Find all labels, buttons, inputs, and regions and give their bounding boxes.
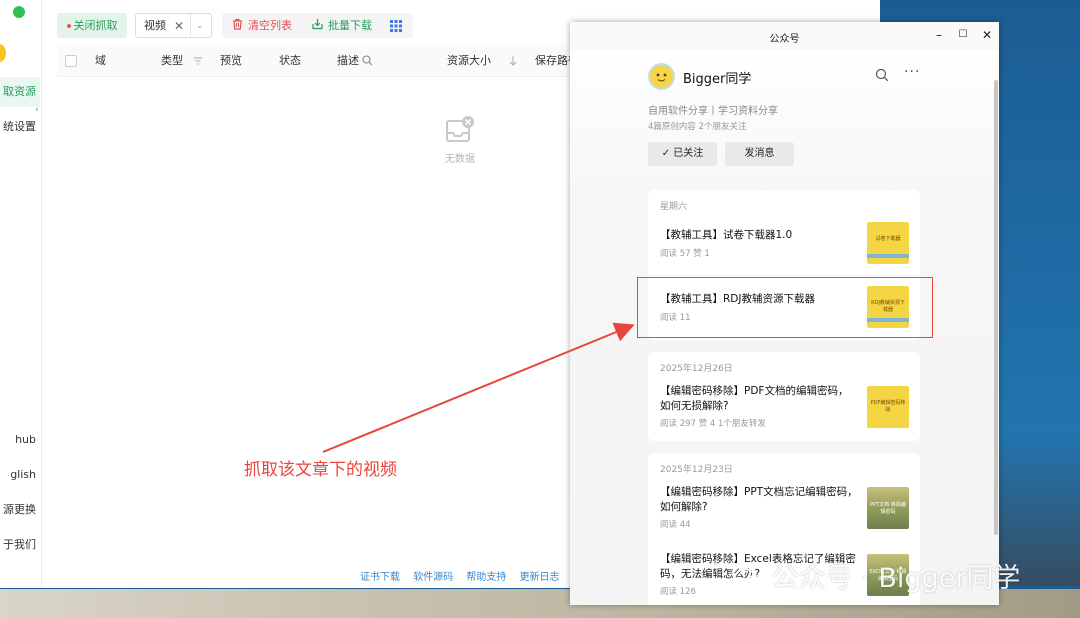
maximize-icon[interactable]: ☐ xyxy=(956,28,970,42)
thumbnail-caption: PPT文档 移除编辑密码 xyxy=(870,502,906,515)
trash-icon xyxy=(233,18,242,30)
article-meta: 阅读 297 赞 4 1个朋友转发 xyxy=(660,419,766,429)
sidebar-item-label: 源更换 xyxy=(3,503,36,516)
cert-download-link[interactable]: 证书下载 xyxy=(360,572,400,583)
thumbnail-caption: 试卷下载器 xyxy=(875,236,901,242)
sidebar-item-label: 取资源 xyxy=(3,85,36,98)
search-icon[interactable] xyxy=(875,68,889,82)
sort-down-icon[interactable] xyxy=(509,56,517,66)
clear-list-label: 清空列表 xyxy=(248,19,292,32)
sidebar-item-label: 统设置 xyxy=(3,120,36,133)
followed-button[interactable]: ✓ 已关注 xyxy=(648,142,717,166)
batch-download-button[interactable]: 批量下载 xyxy=(312,13,372,38)
group-date: 星期六 xyxy=(660,202,688,212)
wechat-logo-icon xyxy=(734,568,762,590)
column-header-preview: 预览 xyxy=(220,54,242,67)
account-description: 自用软件分享丨学习资料分享 xyxy=(648,106,778,117)
watermark-text: 公众号 · Bigger同学 xyxy=(771,563,1021,594)
scrollbar[interactable] xyxy=(994,80,998,535)
article-meta: 阅读 57 赞 1 xyxy=(660,249,710,259)
sidebar-item-github[interactable]: hub xyxy=(0,425,40,455)
download-icon xyxy=(312,19,323,30)
group-date: 2025年12月23日 xyxy=(660,465,733,475)
group-date: 2025年12月26日 xyxy=(660,364,733,374)
source-code-link[interactable]: 软件源码 xyxy=(413,572,453,583)
more-options-icon[interactable]: ··· xyxy=(904,64,920,80)
filter-icon[interactable] xyxy=(193,56,203,66)
collapse-sidebar-icon[interactable]: ‹ xyxy=(35,104,45,116)
filter-tag: 视频 xyxy=(144,19,166,32)
changelog-link[interactable]: 更新日志 xyxy=(520,572,560,583)
column-header-type[interactable]: 类型 xyxy=(161,44,183,77)
annotation-note: 抓取该文章下的视频 xyxy=(244,460,397,480)
watermark: 公众号 · Bigger同学 xyxy=(733,556,1020,596)
article-meta: 阅读 126 xyxy=(660,587,696,597)
remove-tag-icon[interactable]: ✕ xyxy=(174,18,184,34)
article-thumbnail: PDF编辑密码移除 xyxy=(867,386,909,428)
article-item[interactable]: 【教辅工具】试卷下载器1.0 阅读 57 赞 1 试卷下载器 xyxy=(660,222,920,264)
select-all-checkbox[interactable] xyxy=(65,55,77,67)
article-item[interactable]: 【编辑密码移除】PDF文档的编辑密码，如何无损解除? 阅读 297 赞 4 1个… xyxy=(660,384,920,429)
send-message-label: 发消息 xyxy=(744,148,775,159)
batch-download-label: 批量下载 xyxy=(328,19,372,32)
footer-links: 证书下载 软件源码 帮助支持 更新日志 xyxy=(360,568,570,584)
grid-icon[interactable] xyxy=(390,20,402,32)
account-avatar[interactable] xyxy=(648,63,675,90)
send-message-button[interactable]: 发消息 xyxy=(725,142,794,166)
sidebar-item-label: glish xyxy=(10,468,36,481)
sidebar-item-label: 于我们 xyxy=(3,538,36,551)
close-icon[interactable]: ✕ xyxy=(980,28,994,42)
record-dot-icon xyxy=(66,24,71,28)
action-button-group: 清空列表 批量下载 xyxy=(222,13,413,38)
window-titlebar[interactable]: 公众号 – ☐ ✕ xyxy=(570,22,999,50)
sidebar-item-capture[interactable]: 取资源 xyxy=(0,77,40,107)
search-icon[interactable] xyxy=(362,55,373,66)
article-group: 2025年12月26日 【编辑密码移除】PDF文档的编辑密码，如何无损解除? 阅… xyxy=(648,352,920,441)
thumbnail-caption: PDF编辑密码移除 xyxy=(870,400,906,413)
followed-label: 已关注 xyxy=(673,148,704,159)
select-divider xyxy=(190,14,191,37)
empty-state-text: 无数据 xyxy=(445,154,475,165)
check-icon: ✓ xyxy=(661,148,674,159)
sidebar-item-label: hub xyxy=(15,433,36,446)
account-stats: 4篇原创内容 2个朋友关注 xyxy=(648,122,747,132)
stop-capture-button[interactable]: 关闭抓取 xyxy=(57,13,127,38)
article-thumbnail: 试卷下载器 xyxy=(867,222,909,264)
type-filter-select[interactable]: 视频 ✕ ⌄ xyxy=(135,13,212,38)
sidebar-item-about[interactable]: 于我们 xyxy=(0,530,40,560)
sidebar-item-source-switch[interactable]: 源更换 xyxy=(0,495,40,525)
article-title: 【编辑密码移除】PPT文档忘记编辑密码，如何解除? xyxy=(660,486,858,513)
stop-capture-label: 关闭抓取 xyxy=(73,19,118,32)
column-header-description: 描述 xyxy=(337,54,359,67)
empty-inbox-icon xyxy=(446,116,474,142)
thumbnail-decoration xyxy=(867,254,909,258)
column-header-status: 状态 xyxy=(279,54,301,67)
article-meta: 阅读 44 xyxy=(660,520,691,530)
sidebar-item-settings[interactable]: 统设置 xyxy=(0,112,40,142)
column-header-size[interactable]: 资源大小 xyxy=(447,44,491,77)
article-title: 【教辅工具】试卷下载器1.0 xyxy=(660,229,793,241)
highlight-box xyxy=(637,277,933,338)
status-dot-icon xyxy=(13,6,25,18)
divider xyxy=(648,275,920,276)
chevron-down-icon[interactable]: ⌄ xyxy=(196,19,204,33)
article-title: 【编辑密码移除】PDF文档的编辑密码，如何无损解除? xyxy=(660,385,849,412)
article-thumbnail: PPT文档 移除编辑密码 xyxy=(867,487,909,529)
account-name: Bigger同学 xyxy=(683,72,752,87)
app-logo xyxy=(0,44,6,62)
sidebar-item-language[interactable]: glish xyxy=(0,460,40,490)
avatar-face-icon xyxy=(650,65,673,88)
article-item[interactable]: 【编辑密码移除】PPT文档忘记编辑密码，如何解除? 阅读 44 PPT文档 移除… xyxy=(660,485,920,530)
sidebar: 取资源 统设置 hub glish 源更换 于我们 xyxy=(0,0,42,588)
minimize-icon[interactable]: – xyxy=(932,28,946,42)
column-header-domain[interactable]: 域 xyxy=(95,44,106,77)
clear-list-button[interactable]: 清空列表 xyxy=(232,13,292,38)
help-link[interactable]: 帮助支持 xyxy=(466,572,506,583)
